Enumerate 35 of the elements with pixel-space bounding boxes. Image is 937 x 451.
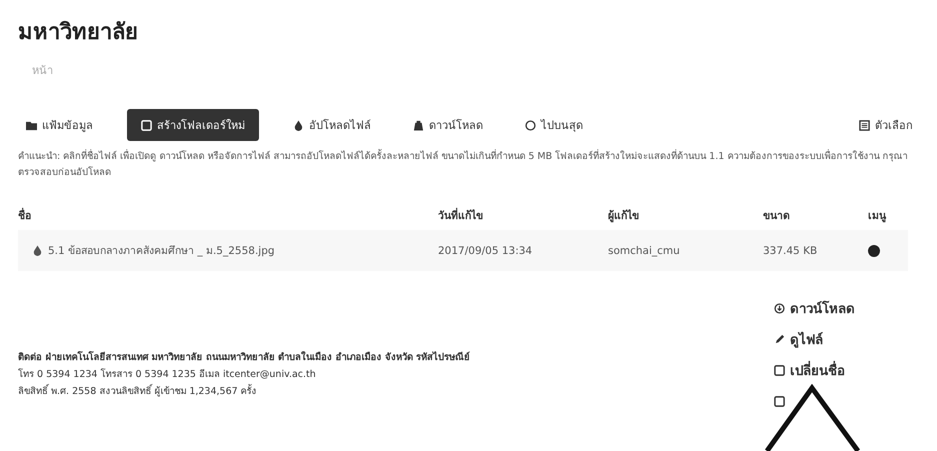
footer-text: ติดต่อ ฝ่ายเทคโนโลยีสารสนเทศ มหาวิทยาลัย ถนนมหาวิทยาลัย ตำบลในเมือง อำเภอเมือง จังหวัด รหัสไปรษณีย์ [18,350,470,365]
menu-toggle[interactable] [868,244,880,256]
square-icon [774,365,785,376]
toolbar-tab[interactable]: แฟ้มข้อมูล [18,110,101,140]
folder-icon [26,120,37,130]
table-cell: somchai_cmu [608,244,680,256]
menu-item[interactable]: ดูไฟล์ [770,329,859,350]
footer-text: โทร 0 5394 1234 โทรสาร 0 5394 1235 อีเมล itcenter@univ.ac.th [18,367,316,382]
toolbar-tab[interactable]: ไปบนสุด [517,110,591,140]
column-header: ผู้แก้ไข [608,208,640,224]
pencil-icon [774,334,785,345]
toolbar-tab[interactable]: สร้างโฟลเดอร์ใหม่ [127,109,259,141]
column-header: ชื่อ [18,201,438,230]
bag-icon [413,120,424,130]
page-subtitle: หน้า [32,63,54,79]
drop-icon [293,120,304,130]
square-icon [774,396,785,407]
description-text: คำแนะนำ: คลิกที่ชื่อไฟล์ เพื่อเปิดดู ดาวน์โหลด หรือจัดการไฟล์ สามารถอัปโหลดไฟล์ได้ครั้งละหลายไฟล์ ขนาดไม่เกินที่กำหนด 5 MB โฟลเดอร์ที่สร้างใหม่จะแสดงที่ด้านบน 1.1 ความต้องการของระบบเพื่อการใช้งาน กรุณาตรวจสอบก่อนอัปโหลด [18,149,908,180]
square-icon [141,120,152,130]
options-icon [859,120,870,130]
toolbar-tab[interactable]: ดาวน์โหลด [405,110,491,140]
download-icon [774,303,785,314]
drop-icon [32,245,43,256]
column-header: ขนาด [763,209,791,224]
column-header: วันที่แก้ไข [438,201,608,230]
menu-item[interactable]: ดาวน์โหลด [770,298,859,319]
circle-icon [525,120,536,130]
options-button[interactable]: ตัวเลือก [853,115,919,135]
page-title: มหาวิทยาลัย [18,19,139,47]
menu-item[interactable]: เปลี่ยนชื่อ [770,360,859,381]
table-cell: 2017/09/05 13:34 [438,244,532,256]
table-cell: 337.45 KB [763,244,818,256]
toolbar-tab[interactable]: อัปโหลดไฟล์ [285,110,379,140]
column-header: เมนู [868,209,888,224]
footer-text: ลิขสิทธิ์ พ.ศ. 2558 สงวนลิขสิทธิ์ ผู้เข้าชม 1,234,567 ครั้ง [18,383,257,399]
